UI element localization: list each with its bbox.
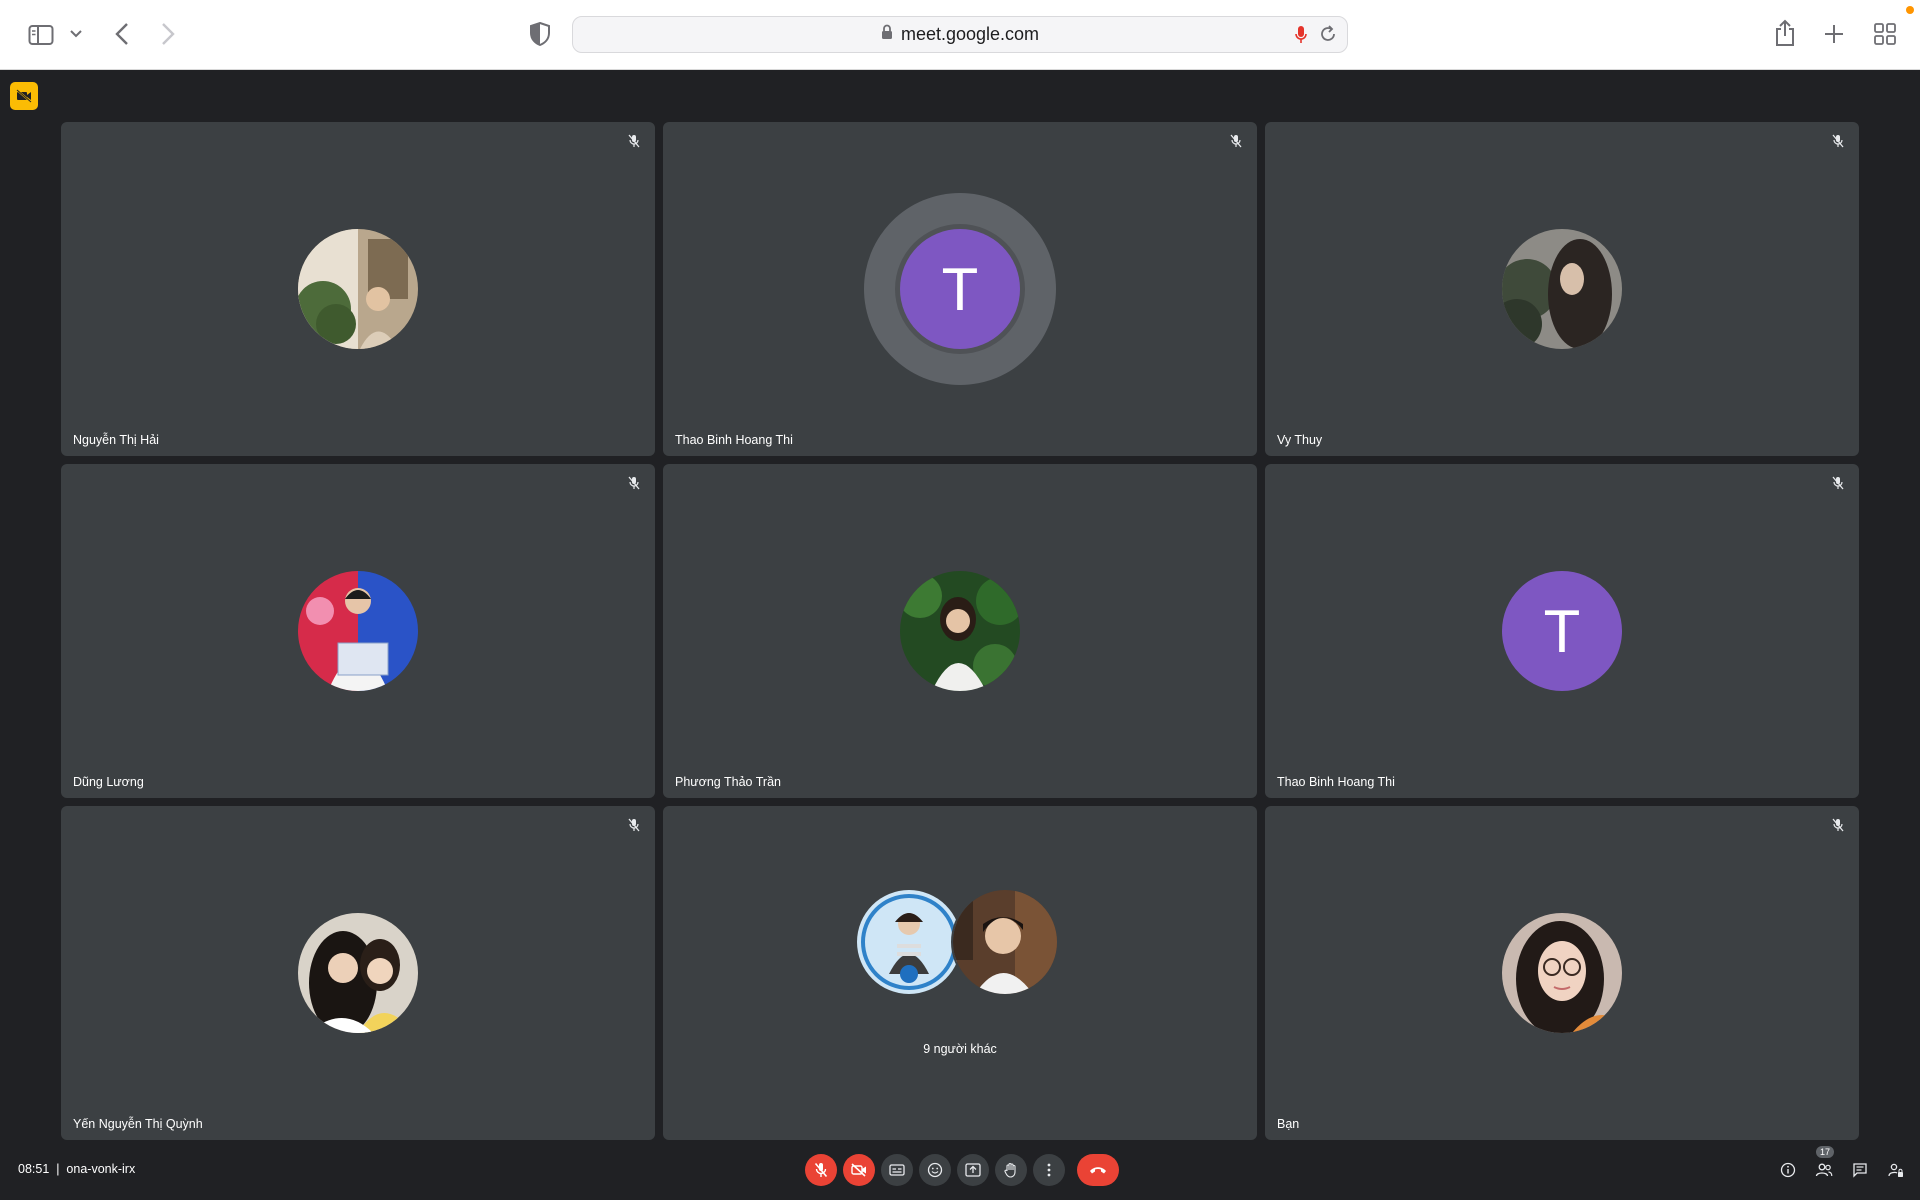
- mic-off-icon: [625, 132, 643, 150]
- others-avatars: [855, 888, 1065, 998]
- mic-off-icon: [1829, 132, 1847, 150]
- share-icon[interactable]: [1772, 18, 1798, 48]
- forward-icon[interactable]: [156, 20, 180, 48]
- back-icon[interactable]: [110, 20, 134, 48]
- controls-group: [805, 1154, 1119, 1186]
- meeting-controls-bar: 08:51 | ona-vonk-irx 17: [0, 1140, 1920, 1200]
- mic-off-icon: [1227, 132, 1245, 150]
- participant-name: Bạn: [1277, 1117, 1300, 1131]
- address-bar[interactable]: meet.google.com: [572, 16, 1348, 53]
- participant-name: Phương Thảo Trần: [675, 775, 781, 789]
- meet-stage: Nguyễn Thị Hải T Thao Binh Hoang Thi Vy …: [0, 70, 1920, 1200]
- avatar: [298, 229, 418, 349]
- meeting-details-icon[interactable]: [1778, 1160, 1798, 1180]
- chevron-down-icon[interactable]: [68, 26, 84, 42]
- meeting-tools: 17: [1778, 1146, 1906, 1180]
- mic-off-icon: [625, 474, 643, 492]
- participant-tile[interactable]: Nguyễn Thị Hải: [61, 122, 655, 456]
- participant-name: Nguyễn Thị Hải: [73, 433, 159, 447]
- mic-toggle-button[interactable]: [805, 1154, 837, 1186]
- avatar: [1502, 229, 1622, 349]
- participant-tile[interactable]: T Thao Binh Hoang Thi: [663, 122, 1257, 456]
- self-tile[interactable]: Bạn: [1265, 806, 1859, 1140]
- participant-name: Thao Binh Hoang Thi: [1277, 775, 1395, 789]
- participant-name: Vy Thuy: [1277, 433, 1323, 447]
- participant-name: Yến Nguyễn Thị Quỳnh: [73, 1117, 203, 1131]
- microphone-icon[interactable]: [1295, 25, 1307, 50]
- camera-hidden-badge[interactable]: [10, 82, 38, 110]
- privacy-shield-icon[interactable]: [526, 20, 554, 48]
- new-tab-icon[interactable]: [1822, 22, 1846, 46]
- participant-count-badge: 17: [1816, 1146, 1835, 1158]
- raise-hand-button[interactable]: [995, 1154, 1027, 1186]
- participant-tile[interactable]: Yến Nguyễn Thị Quỳnh: [61, 806, 655, 1140]
- meeting-info: 08:51 | ona-vonk-irx: [18, 1162, 136, 1176]
- reactions-button[interactable]: [919, 1154, 951, 1186]
- avatar: [900, 571, 1020, 691]
- leave-call-button[interactable]: [1077, 1154, 1119, 1186]
- mic-off-icon: [1829, 474, 1847, 492]
- participant-tile[interactable]: Phương Thảo Trần: [663, 464, 1257, 798]
- lock-icon: [881, 24, 893, 45]
- mic-off-icon: [1829, 816, 1847, 834]
- browser-toolbar: meet.google.com: [0, 0, 1920, 70]
- sidebar-toggle-icon[interactable]: [26, 22, 56, 48]
- camera-toggle-button[interactable]: [843, 1154, 875, 1186]
- others-count-label: 9 người khác: [923, 1042, 997, 1056]
- recording-indicator: [1906, 6, 1914, 14]
- host-controls-icon[interactable]: [1886, 1160, 1906, 1180]
- participant-name: Dũng Lương: [73, 775, 144, 789]
- avatar: [298, 571, 418, 691]
- chat-icon[interactable]: [1850, 1160, 1870, 1180]
- more-options-button[interactable]: [1033, 1154, 1065, 1186]
- avatar: [951, 888, 1059, 996]
- others-tile[interactable]: 9 người khác: [663, 806, 1257, 1140]
- captions-button[interactable]: [881, 1154, 913, 1186]
- url-text: meet.google.com: [900, 24, 1040, 44]
- participant-tile[interactable]: Vy Thuy: [1265, 122, 1859, 456]
- participant-name: Thao Binh Hoang Thi: [675, 433, 793, 447]
- reload-icon[interactable]: [1319, 25, 1337, 48]
- avatar: [1502, 913, 1622, 1033]
- participant-tile[interactable]: T Thao Binh Hoang Thi: [1265, 464, 1859, 798]
- people-icon[interactable]: 17: [1814, 1146, 1835, 1180]
- avatar-letter: T: [900, 229, 1020, 349]
- avatar-letter: T: [1502, 571, 1622, 691]
- participant-tile[interactable]: Dũng Lương: [61, 464, 655, 798]
- avatar: [855, 888, 963, 996]
- tab-overview-icon[interactable]: [1872, 22, 1898, 46]
- avatar: [298, 913, 418, 1033]
- present-screen-button[interactable]: [957, 1154, 989, 1186]
- mic-off-icon: [625, 816, 643, 834]
